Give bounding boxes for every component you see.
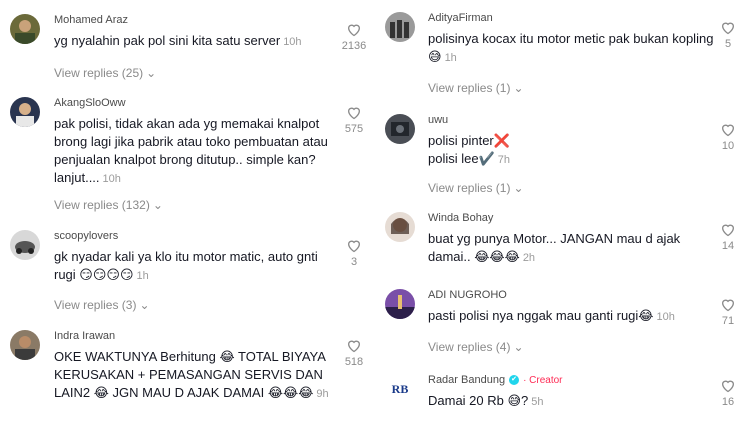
comment-text-line-with-time: polisi lee✔️ 7h xyxy=(428,150,718,169)
comment-text-line: polisi pinter❌ xyxy=(428,133,510,148)
comment-text: polisi pinter❌ polisi lee✔️ 7h xyxy=(428,132,718,169)
comment-time: 9h xyxy=(316,388,329,400)
comment-text: buat yg punya Motor... JANGAN mau d ajak… xyxy=(428,230,718,267)
view-replies-link[interactable]: View replies (1) ⌄ xyxy=(428,81,524,95)
comment-username[interactable]: Indra Irawan xyxy=(54,330,339,342)
comment-username[interactable]: AdityaFirman xyxy=(428,12,718,24)
heart-icon xyxy=(721,22,735,35)
comment-username[interactable]: Mohamed Araz xyxy=(54,14,344,26)
avatar[interactable] xyxy=(385,289,415,319)
heart-icon xyxy=(347,240,361,253)
comment-username[interactable]: ADI NUGROHO xyxy=(428,289,718,301)
comment-time: 2h xyxy=(522,252,536,264)
comment-username[interactable]: scoopylovers xyxy=(54,230,339,242)
view-replies-link[interactable]: View replies (4) ⌄ xyxy=(428,340,524,354)
like-count: 10 xyxy=(721,140,735,152)
comment-time: 10h xyxy=(102,173,121,185)
chevron-down-icon: ⌄ xyxy=(146,66,157,80)
view-replies-label: View replies (25) xyxy=(54,66,144,80)
like-button[interactable]: 10 xyxy=(710,122,746,152)
view-replies-link[interactable]: View replies (3) ⌄ xyxy=(54,298,150,312)
heart-icon xyxy=(347,340,361,353)
comment-text-content: OKE WAKTUNYA Berhitung 😂 TOTAL BIYAYA KE… xyxy=(54,349,326,400)
comment-time: 7h xyxy=(497,154,511,166)
like-count: 3 xyxy=(350,256,358,268)
comment-time: 10h xyxy=(656,311,675,323)
like-count: 5 xyxy=(724,38,732,50)
comments-column-right: AdityaFirman polisinya kocax itu motor m… xyxy=(375,0,750,422)
view-replies-label: View replies (132) xyxy=(54,198,150,212)
comment-text-content: Damai 20 Rb 😅? xyxy=(428,393,529,408)
like-count: 2136 xyxy=(341,40,367,52)
view-replies-label: View replies (4) xyxy=(428,340,511,354)
heart-icon xyxy=(721,299,735,312)
avatar[interactable] xyxy=(385,12,415,42)
comment-time: 5h xyxy=(531,396,544,408)
chevron-down-icon: ⌄ xyxy=(513,181,524,195)
view-replies-link[interactable]: View replies (25) ⌄ xyxy=(54,66,156,80)
comment-text-content: buat yg punya Motor... JANGAN mau d ajak… xyxy=(428,231,681,264)
like-button[interactable]: 16 xyxy=(710,378,746,408)
radar-bandung-logo: RB xyxy=(385,374,415,404)
comment-text: pasti polisi nya nggak mau ganti rugi😂 10… xyxy=(428,307,718,326)
view-replies-label: View replies (3) xyxy=(54,298,137,312)
comment-text-line: polisi lee✔️ xyxy=(428,151,495,166)
heart-icon xyxy=(721,124,735,137)
svg-text:RB: RB xyxy=(392,382,409,396)
like-button[interactable]: 5 xyxy=(710,20,746,50)
comment-time: 1h xyxy=(444,52,457,64)
comment-text: pak polisi, tidak akan ada yg memakai kn… xyxy=(54,115,334,188)
heart-icon xyxy=(721,224,735,237)
like-button[interactable]: 14 xyxy=(710,222,746,252)
comment-text: gk nyadar kali ya klo itu motor matic, a… xyxy=(54,248,339,285)
heart-icon xyxy=(721,380,735,393)
comment-username[interactable]: Radar Bandung xyxy=(428,374,505,386)
avatar[interactable] xyxy=(10,14,40,44)
avatar[interactable]: RB xyxy=(385,374,415,404)
comment-time: 10h xyxy=(283,36,302,48)
comment-text-content: polisinya kocax itu motor metic pak buka… xyxy=(428,31,714,64)
chevron-down-icon: ⌄ xyxy=(139,298,150,312)
comment-text-content: yg nyalahin pak pol sini kita satu serve… xyxy=(54,33,281,48)
creator-label: · Creator xyxy=(523,374,563,386)
avatar[interactable] xyxy=(10,330,40,360)
chevron-down-icon: ⌄ xyxy=(152,198,163,212)
comment-time: 1h xyxy=(136,270,149,282)
comment-text: yg nyalahin pak pol sini kita satu serve… xyxy=(54,32,344,51)
like-count: 575 xyxy=(344,123,364,135)
comment-text: polisinya kocax itu motor metic pak buka… xyxy=(428,30,718,67)
view-replies-label: View replies (1) xyxy=(428,81,511,95)
comments-column-left: Mohamed Araz yg nyalahin pak pol sini ki… xyxy=(0,0,375,422)
view-replies-link[interactable]: View replies (132) ⌄ xyxy=(54,198,163,212)
like-count: 518 xyxy=(344,356,364,368)
comment-text: Damai 20 Rb 😅? 5h xyxy=(428,392,718,411)
heart-icon xyxy=(347,107,361,120)
chevron-down-icon: ⌄ xyxy=(513,81,524,95)
verified-icon: ✔ xyxy=(509,375,520,385)
comment-username-row: Radar Bandung ✔ · Creator xyxy=(428,374,718,386)
like-button[interactable]: 575 xyxy=(336,105,372,135)
view-replies-label: View replies (1) xyxy=(428,181,511,195)
comment-text: OKE WAKTUNYA Berhitung 😂 TOTAL BIYAYA KE… xyxy=(54,348,339,403)
like-button[interactable]: 2136 xyxy=(336,22,372,52)
avatar[interactable] xyxy=(10,230,40,260)
like-button[interactable]: 3 xyxy=(336,238,372,268)
like-count: 71 xyxy=(721,315,735,327)
like-button[interactable]: 71 xyxy=(710,297,746,327)
comment-text-content: pak polisi, tidak akan ada yg memakai kn… xyxy=(54,116,328,185)
comment-username[interactable]: AkangSloOww xyxy=(54,97,334,109)
comment-username[interactable]: Winda Bohay xyxy=(428,212,718,224)
like-button[interactable]: 518 xyxy=(336,338,372,368)
like-count: 14 xyxy=(721,240,735,252)
comment-text-content: pasti polisi nya nggak mau ganti rugi😂 xyxy=(428,308,654,323)
comment-text-content: gk nyadar kali ya klo itu motor matic, a… xyxy=(54,249,318,282)
chevron-down-icon: ⌄ xyxy=(513,340,524,354)
heart-icon xyxy=(347,24,361,37)
like-count: 16 xyxy=(721,396,735,408)
view-replies-link[interactable]: View replies (1) ⌄ xyxy=(428,181,524,195)
avatar[interactable] xyxy=(10,97,40,127)
avatar[interactable] xyxy=(385,114,415,144)
comment-username[interactable]: uwu xyxy=(428,114,718,126)
avatar[interactable] xyxy=(385,212,415,242)
